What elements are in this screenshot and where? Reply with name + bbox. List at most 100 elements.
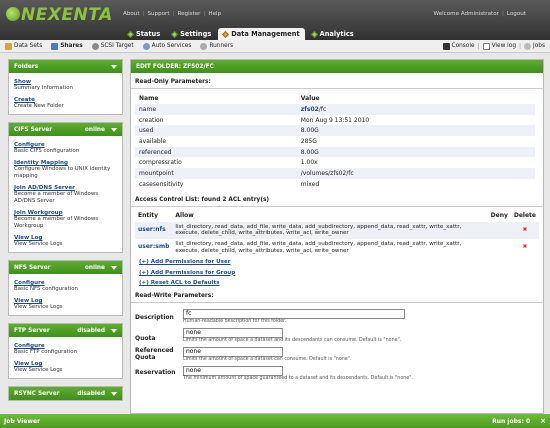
panel-title: FTP Server [14,327,50,334]
table-row: name zfs02/fc [135,104,535,115]
param-name: used [135,125,293,137]
param-name: mountpoint [135,168,293,179]
run-jobs-count: Run jobs: 0 [492,417,531,425]
ftp-panel-header[interactable]: FTP Server disabled [9,324,122,337]
welcome-text: Welcome Administrator [433,11,499,17]
acl-allow: list_directory, read_data, add_file, wri… [175,240,462,254]
acl-allow: list_directory, read_data, add_file, wri… [172,221,488,239]
console-button[interactable]: Console [442,42,475,50]
description-input[interactable] [183,308,405,319]
param-value: 1.00x [293,157,535,168]
delete-icon[interactable]: ✖ [510,221,539,239]
link-description: View Service Logs [14,367,63,373]
acl-table: Entity Allow Deny Delete user:nfs list_d… [135,210,539,257]
tab-label: Settings [180,30,212,38]
collapse-icon[interactable] [111,64,117,69]
collapse-icon[interactable] [111,328,117,333]
rsync-panel-header[interactable]: RSYNC Server disabled [9,387,122,400]
view-log-button[interactable]: View log [482,42,516,50]
form-row: Referenced Quota Limits the amount of sp… [135,346,539,363]
tab-analytics[interactable]: Analytics [307,28,359,40]
link-description: View Service Logs [14,241,63,247]
status-badge: disabled [77,327,105,334]
add-user-permissions-link[interactable]: (+) Add Permissions for User [139,259,539,265]
logo-text: NEXENTA [21,5,113,25]
acl-deny [488,239,511,256]
diamond-icon [310,30,318,38]
quota-input[interactable] [183,327,283,338]
support-link[interactable]: Support [147,11,169,17]
param-name: name [135,104,293,115]
rsync-panel: RSYNC Server disabled [8,386,123,401]
collapse-icon[interactable] [111,391,117,396]
jobs-icon [524,42,532,50]
param-value-text: Mon Aug 9 13:51 2010 [300,116,370,124]
table-row: user:nfs list_directory, read_data, add_… [135,221,539,239]
nexenta-logo[interactable]: NEXENTA [6,5,113,25]
jobs-button[interactable]: Jobs [524,42,545,50]
param-value-text: 8.00G [300,148,319,156]
panel-title: Folders [14,63,39,70]
table-row: user:smb list_directory, read_data, add_… [135,239,539,256]
subnav-label: Auto Services [151,43,192,49]
subnav-label: Shares [60,43,83,49]
subnav-label: Runners [209,43,234,49]
param-value-text: /volumes/zfs02/fc [300,169,354,177]
collapse-icon[interactable] [111,127,117,132]
referenced-quota-input[interactable] [183,346,283,357]
link-description: Basic CIFS configuration [14,148,80,154]
param-value: Mon Aug 9 13:51 2010 [293,115,535,126]
folders-panel-header[interactable]: Folders [9,60,122,73]
param-value: /volumes/zfs02/fc [292,168,535,179]
subnav-auto-services[interactable]: Auto Services [142,42,192,50]
job-viewer-title: Job Viewer [4,417,40,425]
datasets-icon [5,42,12,50]
subnav-label: Data Sets [14,43,43,49]
link-description: Summary Information [14,85,73,91]
form-row: Description Human-readable description f… [135,307,539,325]
close-icon[interactable]: × [540,417,546,425]
table-row: casesensitivity mixed [135,179,535,190]
app-header: NEXENTA About | Support | Register | Help W… [0,0,550,28]
tab-status[interactable]: Status [123,28,165,40]
acl-heading: Access Control List: found 2 ACL entry(s… [131,194,543,207]
subnav-data-sets[interactable]: Data Sets [5,42,43,50]
subnav-scsi-target[interactable]: SCSI Target [91,42,134,50]
nfs-panel-header[interactable]: NFS Server online [9,261,122,274]
param-name: available [139,137,167,145]
status-badge: online [84,264,105,271]
auto-services-icon [142,42,150,50]
delete-icon[interactable]: ✖ [511,239,539,256]
logout-link[interactable]: Logout [507,11,526,17]
runners-icon [200,42,208,50]
column-header: Value [300,95,320,102]
ftp-panel: FTP Server disabled Configure Basic FTP c… [8,323,123,379]
tab-data-management[interactable]: Data Management [218,28,305,40]
param-value-text: /fc [318,105,327,113]
subnav-label: Jobs [533,43,545,49]
edit-folder-panel: EDIT FOLDER: ZFS02/FC Read-Only Paramete… [130,59,544,414]
table-row: compressratio 1.00x [135,157,535,168]
param-value: 8.00G [292,125,535,137]
collapse-icon[interactable] [111,265,117,270]
link-description: Become a member of Windows AD/DNS Server [14,191,99,204]
cifs-panel-header[interactable]: CIFS Server online [9,123,122,136]
table-row: used 8.00G [135,125,535,137]
reservation-input[interactable] [183,365,283,376]
job-viewer-bar[interactable]: Job Viewer Run jobs: 0 × [0,414,550,428]
scsi-icon [91,42,99,50]
help-link[interactable]: Help [208,11,221,17]
subnav-runners[interactable]: Runners [200,42,234,50]
status-badge: online [84,126,105,133]
tab-settings[interactable]: Settings [167,28,216,40]
link-description: Create New Folder [14,103,64,109]
field-hint: Limits the amount of space a dataset can… [183,356,352,362]
subnav-shares[interactable]: Shares [51,42,83,50]
field-hint: The minimum amount of space guaranteed t… [183,375,413,381]
register-link[interactable]: Register [177,11,200,17]
table-row: mountpoint/volumes/zfs02/fc [135,168,535,179]
add-group-permissions-link[interactable]: (+) Add Permissions for Group [139,270,539,276]
acl-entity: user:smb [138,243,170,251]
about-link[interactable]: About [123,11,140,17]
reset-acl-link[interactable]: (+) Reset ACL to Defaults [139,280,539,286]
